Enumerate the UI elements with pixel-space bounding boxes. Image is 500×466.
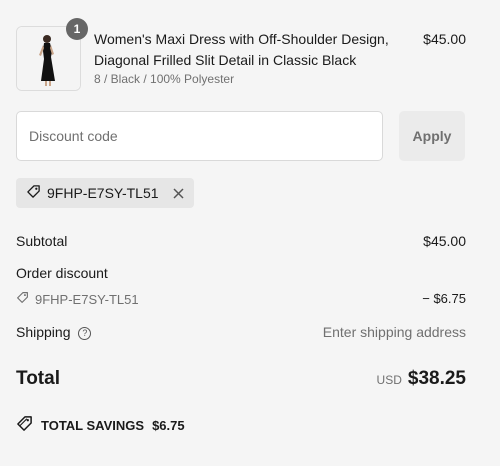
subtotal-value: $45.00 <box>423 233 466 249</box>
total-label: Total <box>16 368 60 389</box>
subtotal-label: Subtotal <box>16 233 68 249</box>
total-savings-label: TOTAL SAVINGS <box>41 417 145 433</box>
apply-discount-button[interactable]: Apply <box>399 111 465 161</box>
currency-code: USD <box>376 373 402 387</box>
tag-icon <box>16 291 29 307</box>
total-savings-value: $6.75 <box>152 417 185 433</box>
order-discount-label: Order discount <box>16 265 108 281</box>
applied-discount-chip: 9FHP-E7SY-TL51 <box>16 178 194 208</box>
order-discount-code-line: 9FHP-E7SY-TL51 <box>16 291 139 307</box>
order-discount-code: 9FHP-E7SY-TL51 <box>35 291 139 307</box>
shipping-label: Shipping <box>16 324 71 340</box>
close-icon[interactable] <box>173 187 184 199</box>
total-amount-group: USD $38.25 <box>377 368 466 390</box>
question-circle-icon[interactable]: ? <box>78 326 92 340</box>
applied-discount-code: 9FHP-E7SY-TL51 <box>47 185 159 201</box>
tag-icon <box>16 415 33 435</box>
tag-icon <box>26 184 41 202</box>
product-price: $45.00 <box>423 31 466 47</box>
shipping-row-label: Shipping ? <box>16 324 92 340</box>
shipping-value: Enter shipping address <box>322 324 466 340</box>
total-value: $38.25 <box>407 368 466 389</box>
product-variant: 8 / Black / 100% Polyester <box>94 72 235 86</box>
quantity-badge: 1 <box>66 18 88 40</box>
order-discount-value: − $6.75 <box>422 291 466 306</box>
total-savings: TOTAL SAVINGS $6.75 <box>16 415 185 435</box>
discount-code-input[interactable] <box>16 111 383 161</box>
product-title: Women's Maxi Dress with Off-Shoulder Des… <box>94 31 389 68</box>
